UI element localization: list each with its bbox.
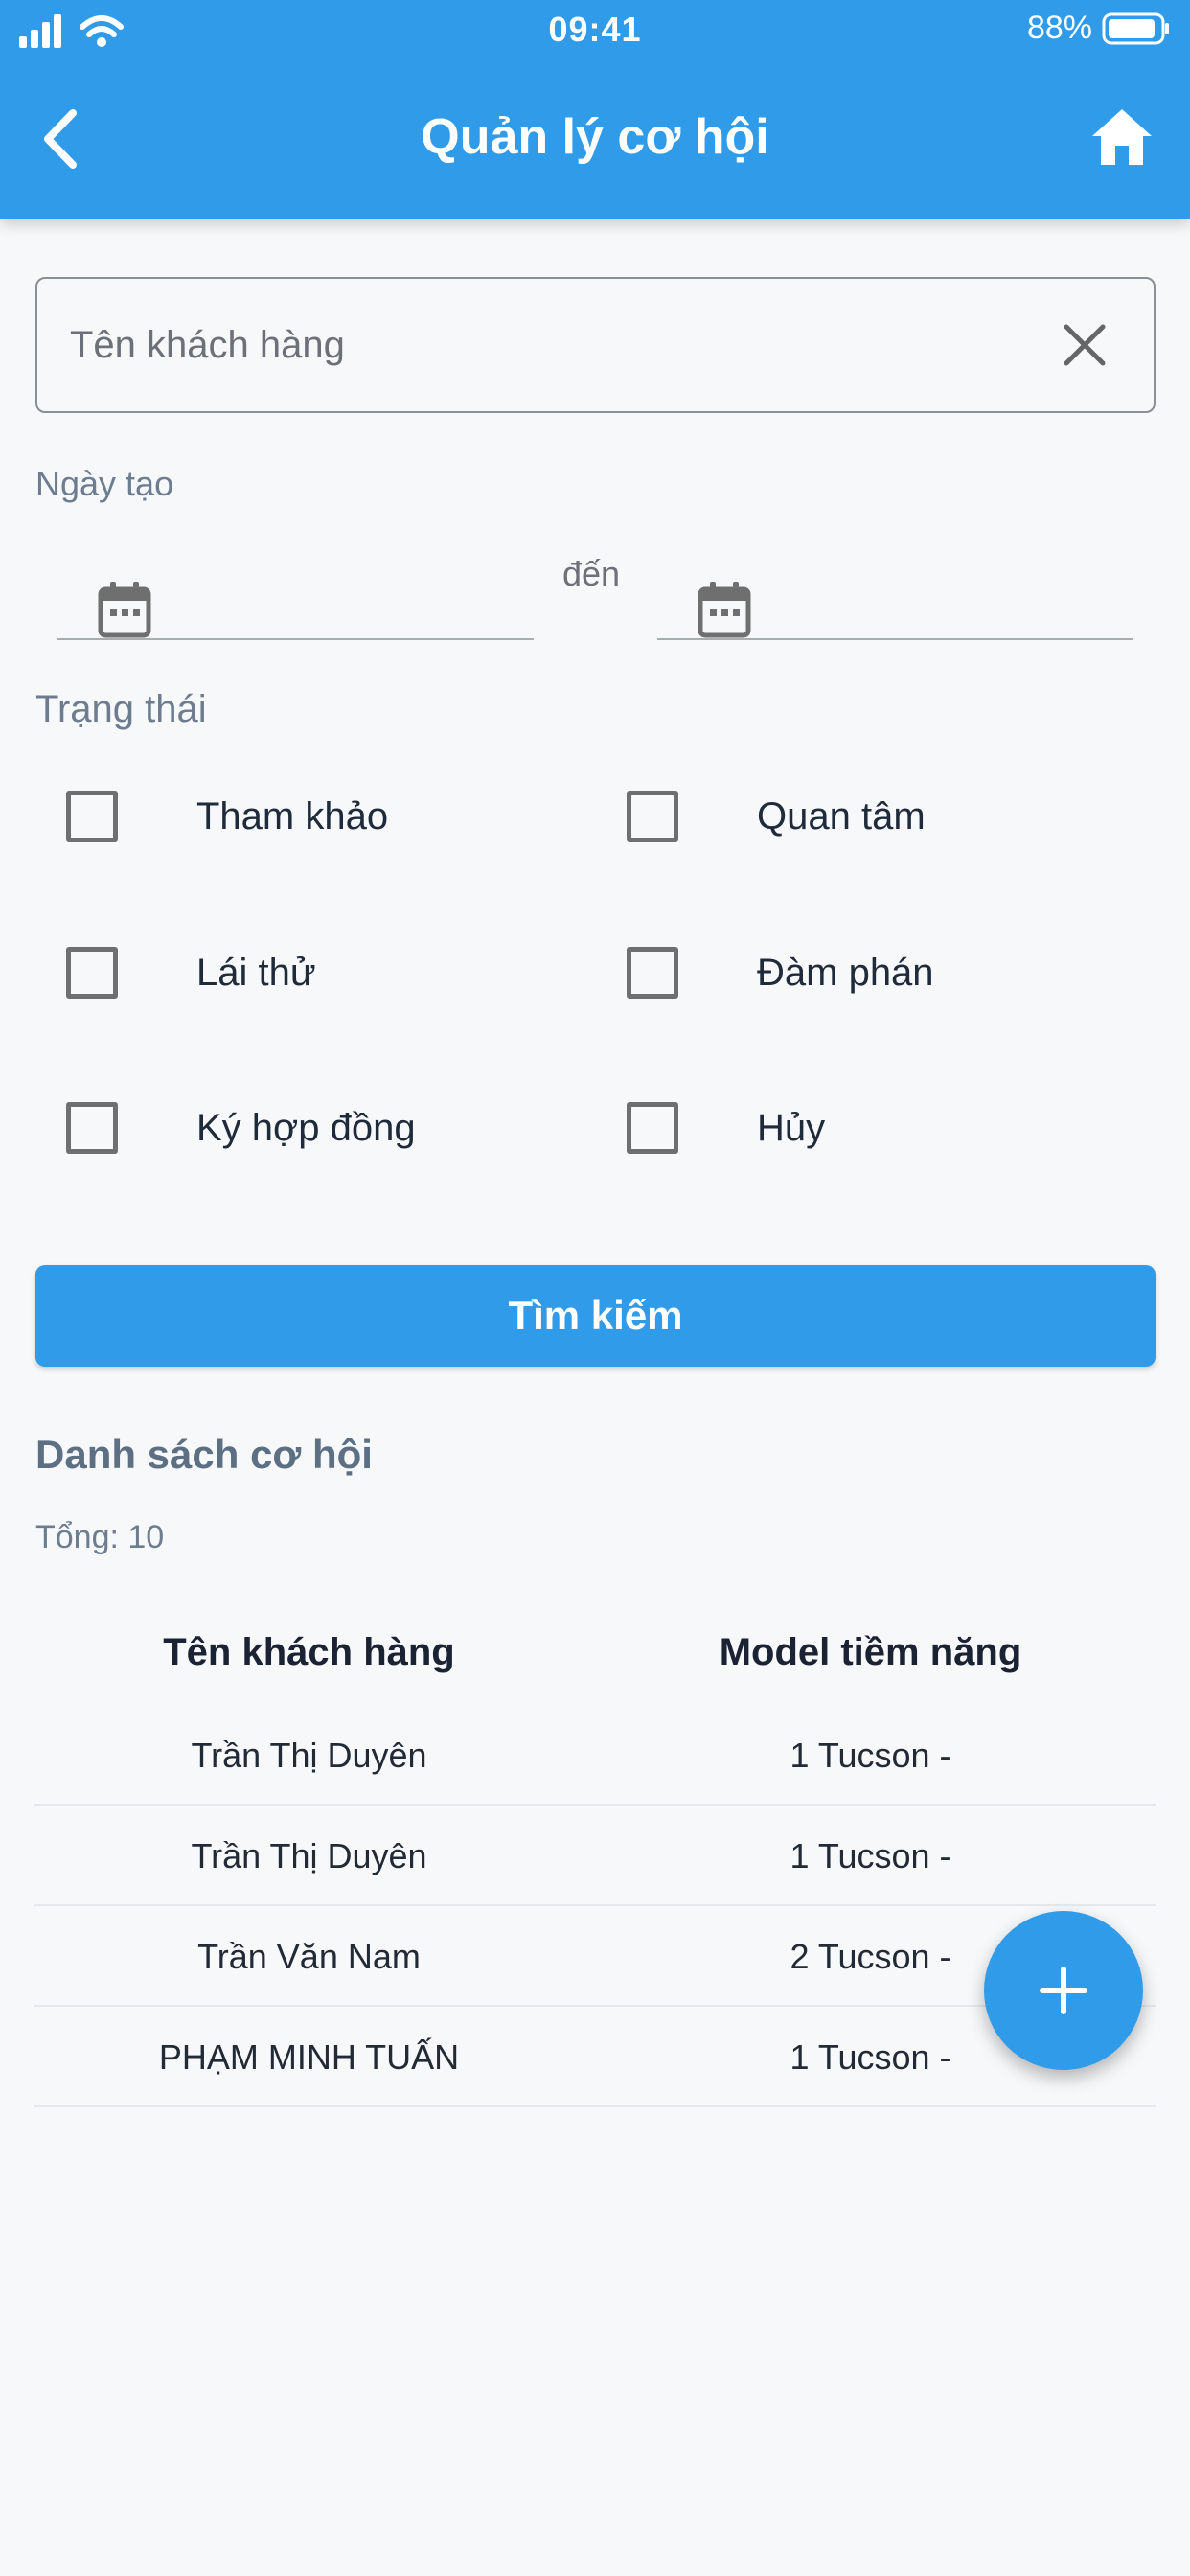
created-date-label: Ngày tạo <box>35 464 174 503</box>
table-row[interactable]: Trần Thị Duyên 1 Tucson - <box>34 1806 1156 1906</box>
checkbox-label: Đàm phán <box>757 952 934 994</box>
cell-model: 1 Tucson - <box>790 1736 951 1775</box>
customer-name-search-field[interactable] <box>35 277 1156 413</box>
checkbox-quan-tam[interactable] <box>627 791 678 842</box>
date-from-field[interactable] <box>57 554 534 640</box>
checkbox-label: Ký hợp đồng <box>196 1107 416 1149</box>
checkbox-huy[interactable] <box>627 1102 678 1154</box>
clear-search-button[interactable] <box>1063 323 1107 367</box>
checkbox-label: Quan tâm <box>757 795 926 838</box>
plus-icon <box>1040 1966 1087 2014</box>
status-filter-label: Trạng thái <box>35 688 207 730</box>
date-range-to-label: đến <box>562 554 621 593</box>
calendar-icon <box>98 582 151 638</box>
checkbox-ky-hop-dong[interactable] <box>66 1102 118 1154</box>
home-button[interactable] <box>1090 107 1154 167</box>
battery-icon <box>1102 12 1169 44</box>
status-time: 09:41 <box>548 10 642 49</box>
checkbox-label: Tham khảo <box>196 795 389 838</box>
home-icon <box>1092 109 1152 165</box>
cell-model: 1 Tucson - <box>790 1836 951 1875</box>
page-title: Quản lý cơ hội <box>421 109 769 165</box>
total-count: Tổng: 10 <box>35 1519 165 1555</box>
status-right: 88% <box>1027 10 1171 47</box>
search-button[interactable]: Tìm kiếm <box>35 1265 1156 1367</box>
status-bar: 09:41 88% <box>0 0 1190 61</box>
search-input[interactable] <box>70 279 1028 411</box>
cell-customer: Trần Thị Duyên <box>191 1836 427 1875</box>
checkbox-label: Hủy <box>757 1107 826 1149</box>
table-row[interactable]: PHẠM MINH TUẤN 1 Tucson - <box>34 2008 1156 2107</box>
list-title: Danh sách cơ hội <box>35 1432 373 1477</box>
checkbox-dam-phan[interactable] <box>627 947 678 999</box>
column-header-customer: Tên khách hàng <box>163 1631 455 1673</box>
date-to-field[interactable] <box>657 554 1133 640</box>
cell-customer: Trần Thị Duyên <box>191 1736 427 1775</box>
checkbox-label: Lái thử <box>196 952 316 994</box>
app-bar: 09:41 88% Quản lý cơ hội <box>0 0 1190 218</box>
table-row[interactable]: Trần Thị Duyên 1 Tucson - <box>34 1706 1156 1806</box>
close-icon <box>1064 324 1106 366</box>
calendar-icon <box>698 582 751 638</box>
checkbox-lai-thu[interactable] <box>66 947 118 999</box>
column-header-model: Model tiềm năng <box>719 1631 1022 1673</box>
cell-customer: Trần Văn Nam <box>197 1937 421 1976</box>
battery-percent: 88% <box>1026 10 1092 46</box>
checkbox-tham-khao[interactable] <box>66 791 118 842</box>
add-opportunity-button[interactable] <box>984 1911 1143 2070</box>
cell-customer: PHẠM MINH TUẤN <box>158 2037 460 2077</box>
